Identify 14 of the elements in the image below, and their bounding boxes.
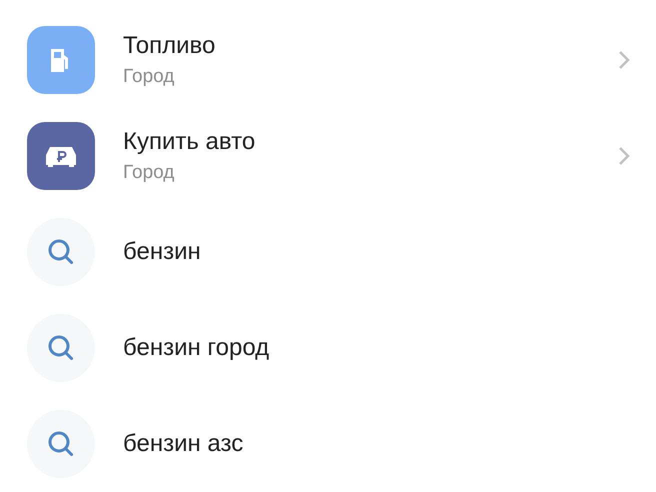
item-subtitle: Город [123,66,176,88]
chevron-right-icon [618,50,630,70]
search-suggestion: бензин город [123,334,270,362]
search-suggestion: бензин азс [123,430,244,458]
result-item[interactable]: бензин [0,204,656,300]
result-item[interactable]: Топливо Город [0,12,656,108]
item-title: Купить авто [123,128,256,156]
chevron-right-icon [618,146,630,166]
item-subtitle: Город [123,162,176,184]
item-title: Топливо [123,32,216,60]
search-suggestion: бензин [123,238,202,266]
result-item[interactable]: бензин город [0,300,656,396]
result-item[interactable]: бензин азс [0,396,656,492]
result-item[interactable]: Купить авто Город [0,108,656,204]
